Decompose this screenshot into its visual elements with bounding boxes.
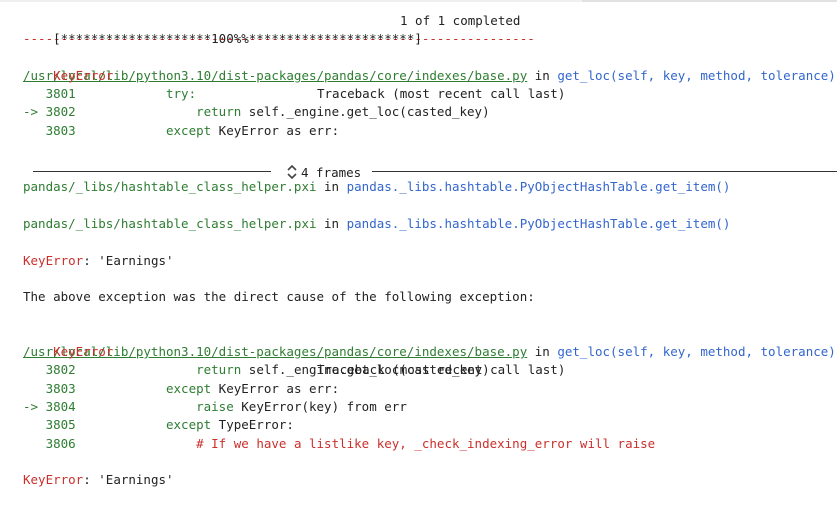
traceback-header-2: KeyError Traceback (most recent call las… — [23, 325, 837, 377]
in-word: in — [534, 344, 550, 360]
frame-line-2: pandas/_libs/hashtable_class_helper.pxi … — [23, 215, 837, 233]
progress-bar-text: [********************100%%**************… — [53, 31, 422, 47]
error-message-2: KeyError: 'Earnings' — [23, 471, 837, 489]
top-border-segment — [582, 0, 837, 2]
error-text: : 'Earnings' — [83, 252, 174, 268]
expand-collapse-icon — [287, 164, 297, 180]
line-number: 3803 — [45, 122, 76, 138]
code-line: 3803 except KeyError as err: — [23, 122, 837, 140]
code-line: 3803 except KeyError as err: — [23, 380, 837, 398]
frames-rule-left — [33, 171, 271, 172]
line-number: 3805 — [45, 417, 76, 433]
line-arrow — [23, 417, 46, 432]
progress-line: [********************100%%**************… — [23, 12, 837, 46]
code-line: -> 3802 return self._engine.get_loc(cast… — [23, 103, 837, 121]
line-arrow — [23, 123, 46, 138]
progress-count: 1 of 1 completed — [400, 13, 521, 28]
in-word: in — [324, 215, 340, 231]
expand-frames-button[interactable]: 4 frames — [287, 162, 361, 182]
top-border — [0, 0, 837, 2]
line-arrow — [23, 436, 46, 451]
error-name: KeyError — [23, 252, 84, 268]
traceback-location-2: /usr/local/lib/python3.10/dist-packages/… — [23, 343, 837, 361]
line-code: KeyError as err: — [211, 380, 340, 396]
frames-rule-right — [372, 171, 837, 172]
line-code: # If we have a listlike key, _check_inde… — [196, 435, 656, 451]
line-code: TypeError: — [211, 417, 294, 433]
frame-path: pandas/_libs/hashtable_class_helper.pxi — [23, 215, 317, 231]
line-code: KeyError as err: — [211, 122, 340, 138]
line-keyword: raise — [196, 398, 234, 414]
traceback-label: Traceback (most recent call last) — [317, 86, 566, 102]
line-code: KeyError(key) from err — [233, 398, 407, 414]
line-number: 3806 — [45, 435, 76, 451]
error-name: KeyError — [53, 67, 114, 83]
function-signature: get_loc(self, key, method, tolerance) — [557, 344, 836, 360]
line-keyword: except — [166, 380, 212, 396]
line-code: self._engine.get_loc(casted_key) — [241, 104, 490, 120]
function-signature: get_loc(self, key, method, tolerance) — [557, 67, 836, 83]
in-word: in — [534, 67, 550, 83]
line-keyword: except — [166, 122, 212, 138]
code-line: -> 3804 raise KeyError(key) from err — [23, 398, 837, 416]
traceback-header-1: KeyError Traceback (most recent call las… — [23, 49, 837, 101]
line-keyword: try: — [166, 86, 197, 102]
line-keyword: return — [196, 104, 242, 120]
collapsed-frames: 4 frames — [33, 162, 837, 182]
frames-label: 4 frames — [301, 164, 362, 180]
traceback-location-1: /usr/local/lib/python3.10/dist-packages/… — [23, 67, 837, 85]
cell-output: [********************100%%**************… — [23, 12, 837, 489]
code-line: 3805 except TypeError: — [23, 416, 837, 434]
frame-function: pandas._libs.hashtable.PyObjectHashTable… — [346, 215, 731, 231]
cause-text: The above exception was the direct cause… — [23, 289, 535, 305]
error-message-1: KeyError: 'Earnings' — [23, 252, 837, 270]
error-name: KeyError — [23, 472, 84, 488]
line-number: 3803 — [45, 380, 76, 396]
code-line: 3806 # If we have a listlike key, _check… — [23, 435, 837, 453]
error-text: : 'Earnings' — [83, 472, 174, 488]
line-arrow: -> — [23, 398, 46, 414]
line-keyword: return — [196, 362, 242, 378]
line-number: 3804 — [45, 398, 76, 414]
traceback-label: Traceback (most recent call last) — [317, 362, 566, 378]
line-keyword: except — [166, 417, 212, 433]
line-number: 3802 — [45, 104, 76, 120]
error-name: KeyError — [53, 344, 114, 360]
